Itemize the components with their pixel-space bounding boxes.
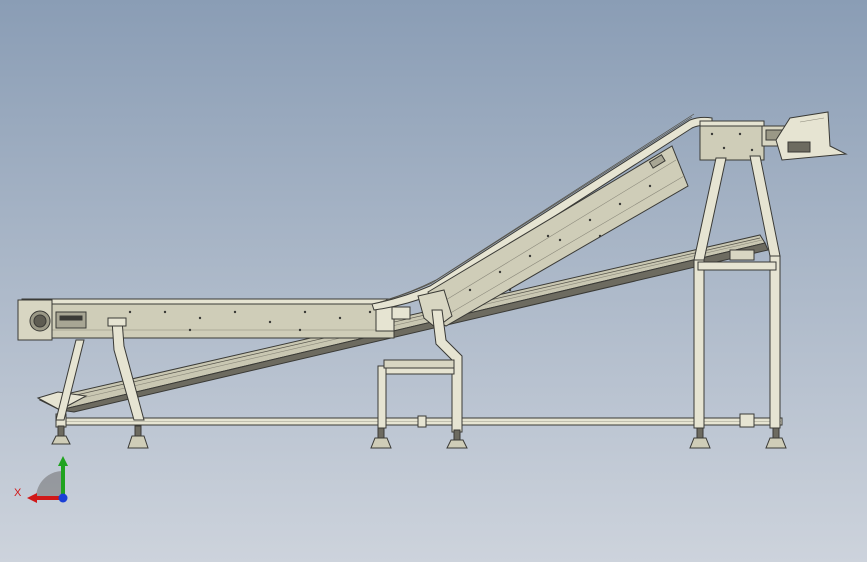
triad-x-label: X bbox=[14, 487, 22, 499]
leg-right-a-lower bbox=[693, 259, 705, 429]
head-box bbox=[699, 123, 765, 161]
triad-plane-quadrant bbox=[36, 471, 63, 498]
infeed-section bbox=[17, 298, 395, 341]
triad-y-arrow bbox=[58, 456, 68, 466]
foot-5 bbox=[689, 427, 711, 449]
triad-z-axis bbox=[58, 493, 68, 503]
base-rail-joint bbox=[417, 415, 427, 428]
infeed-top-rail bbox=[21, 298, 395, 305]
foot-4 bbox=[446, 429, 468, 449]
base-rail-end-right bbox=[739, 413, 755, 428]
conveyor-model-view[interactable]: X bbox=[0, 0, 867, 562]
leg-right-b-lower bbox=[769, 255, 781, 429]
orientation-triad[interactable]: X bbox=[14, 456, 68, 503]
foot-6 bbox=[765, 427, 787, 449]
leveling-feet bbox=[51, 425, 787, 449]
foot-3 bbox=[370, 427, 392, 449]
discharge-head bbox=[699, 111, 848, 161]
foot-2 bbox=[127, 425, 149, 449]
triad-x-arrow bbox=[27, 493, 37, 503]
base-frame bbox=[55, 413, 783, 428]
discharge-chute bbox=[775, 111, 848, 161]
cad-viewport[interactable]: X bbox=[0, 0, 867, 562]
foot-1 bbox=[51, 425, 71, 445]
leg-right-crossbar bbox=[697, 261, 777, 271]
incline-belt-top bbox=[371, 116, 713, 311]
